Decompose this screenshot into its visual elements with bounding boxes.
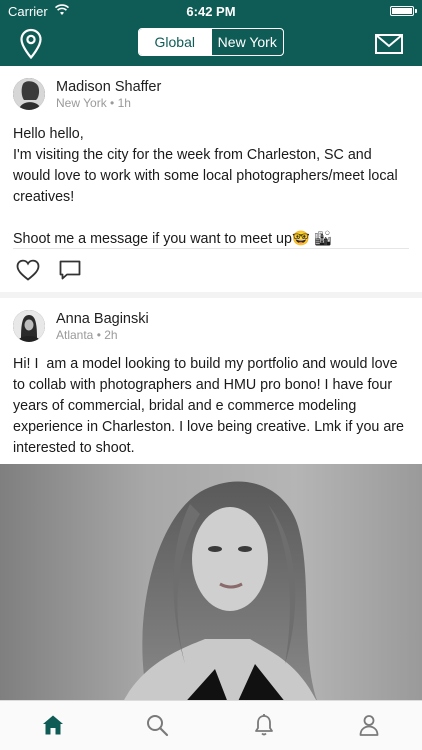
scope-segmented-control: Global New York: [138, 28, 284, 56]
avatar[interactable]: [13, 78, 45, 110]
avatar[interactable]: [13, 310, 45, 342]
bell-icon[interactable]: [252, 713, 276, 737]
segment-global[interactable]: Global: [139, 29, 211, 55]
meta-separator: •: [96, 328, 101, 342]
author-name[interactable]: Anna Baginski: [56, 311, 149, 327]
battery-fill: [392, 8, 412, 14]
post-card: Madison Shaffer New York • 1h Hello hell…: [0, 66, 422, 292]
segment-new-york[interactable]: New York: [210, 29, 284, 55]
post-body: Hi! I am a model looking to build my por…: [13, 356, 408, 456]
post-card: Anna Baginski Atlanta • 2h Hi! I am a mo…: [0, 298, 422, 700]
top-bar: Carrier 6:42 PM Global New York: [0, 0, 422, 66]
nav-bar: Global New York: [0, 22, 422, 66]
battery-icon: [390, 6, 417, 16]
post-meta: Atlanta • 2h: [56, 328, 118, 342]
post-body: Hello hello, I'm visiting the city for t…: [13, 126, 398, 247]
search-icon[interactable]: [145, 713, 169, 737]
portrait-illustration: [0, 464, 422, 700]
comment-icon[interactable]: [58, 259, 82, 281]
tab-bar: [0, 700, 422, 750]
post-time: 1h: [117, 96, 131, 110]
battery-nub: [415, 9, 417, 13]
meta-separator: •: [110, 96, 115, 110]
status-bar: Carrier 6:42 PM: [0, 0, 422, 22]
post-meta: New York • 1h: [56, 96, 131, 110]
feed[interactable]: Madison Shaffer New York • 1h Hello hell…: [0, 66, 422, 700]
avatar-photo: [13, 78, 45, 110]
mail-icon[interactable]: [374, 32, 404, 56]
post-location: Atlanta: [56, 328, 94, 342]
author-name[interactable]: Madison Shaffer: [56, 79, 161, 95]
post-location: New York: [56, 96, 107, 110]
post-photo[interactable]: [0, 464, 422, 700]
avatar-photo: [13, 310, 45, 342]
heart-icon[interactable]: [15, 258, 41, 282]
map-pin-icon[interactable]: [18, 28, 44, 60]
profile-icon[interactable]: [357, 713, 381, 737]
post-time: 2h: [104, 328, 118, 342]
divider: [13, 248, 409, 249]
clock: 6:42 PM: [186, 4, 236, 19]
home-icon[interactable]: [41, 713, 65, 737]
